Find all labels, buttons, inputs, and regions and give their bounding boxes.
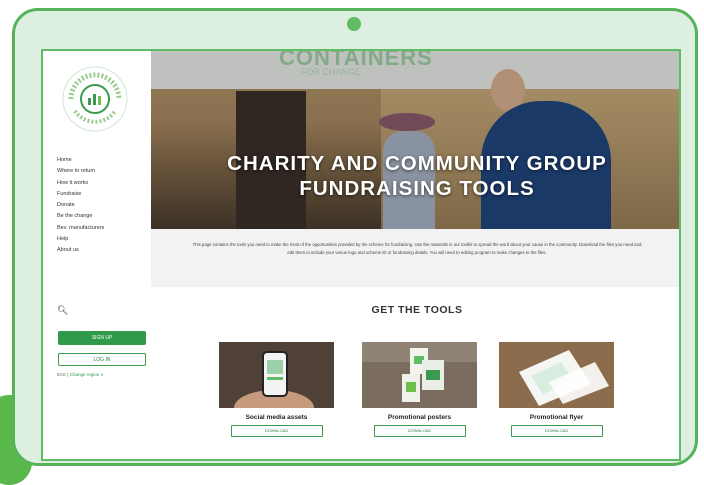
- flyer-image: [499, 342, 614, 408]
- nav-item-help[interactable]: Help: [57, 234, 104, 245]
- search-icon[interactable]: 🔍︎: [57, 305, 68, 316]
- language-region-selector: EnG | Change region ∨: [57, 372, 104, 378]
- tool-card-flyer: Promotional flyer DOWNLOAD: [499, 342, 614, 437]
- social-media-image: [219, 342, 334, 408]
- intro-text: This page contains the tools you need to…: [192, 242, 642, 255]
- intro-section: This page contains the tools you need to…: [151, 229, 679, 287]
- nav-item-where-to-return[interactable]: Where to return: [57, 166, 104, 177]
- tool-card-title: Promotional flyer: [529, 414, 584, 421]
- tool-card-title: Promotional posters: [387, 414, 452, 421]
- containers-for-change-logo-icon[interactable]: [61, 65, 129, 133]
- nav-item-home[interactable]: Home: [57, 155, 104, 166]
- tablet-frame: Home Where to return How it works Fundra…: [12, 8, 698, 466]
- page-title: CHARITY AND COMMUNITY GROUP FUNDRAISING …: [151, 151, 679, 201]
- nav-item-donate[interactable]: Donate: [57, 200, 104, 211]
- tools-heading: GET THE TOOLS: [371, 304, 463, 316]
- tool-card-social-media: Social media assets DOWNLOAD: [219, 342, 334, 437]
- nav-item-about-us[interactable]: About us: [57, 245, 104, 256]
- nav-item-how-it-works[interactable]: How it works: [57, 178, 104, 189]
- page-title-line-2: FUNDRAISING TOOLS: [299, 177, 535, 200]
- hero-banner: CONTAINERS FOR CHANGE CHARITY AND COMMUN…: [151, 51, 679, 229]
- main-nav: Home Where to return How it works Fundra…: [57, 155, 104, 257]
- sign-up-button[interactable]: SIGN UP: [58, 331, 146, 345]
- camera-dot: [347, 17, 361, 31]
- download-button[interactable]: DOWNLOAD: [230, 425, 323, 437]
- nav-item-fundraise[interactable]: Fundraise: [57, 189, 104, 200]
- hero-overlay: [151, 51, 679, 229]
- web-page: Home Where to return How it works Fundra…: [41, 49, 681, 461]
- sidebar: Home Where to return How it works Fundra…: [43, 51, 151, 459]
- nav-item-bev-manufacturers[interactable]: Bev. manufacturers: [57, 223, 104, 234]
- tool-card-title: Social media assets: [245, 414, 308, 421]
- tool-card-posters: Promotional posters DOWNLOAD: [362, 342, 477, 437]
- nav-item-be-the-change[interactable]: Be the change: [57, 211, 104, 222]
- language-label: EnG |: [57, 372, 69, 377]
- change-region-link[interactable]: Change region ∨: [70, 372, 104, 377]
- posters-image: [362, 342, 477, 408]
- page-title-line-1: CHARITY AND COMMUNITY GROUP: [227, 152, 607, 175]
- log-in-button[interactable]: LOG IN: [58, 353, 146, 366]
- download-button[interactable]: DOWNLOAD: [373, 425, 466, 437]
- download-button[interactable]: DOWNLOAD: [510, 425, 603, 437]
